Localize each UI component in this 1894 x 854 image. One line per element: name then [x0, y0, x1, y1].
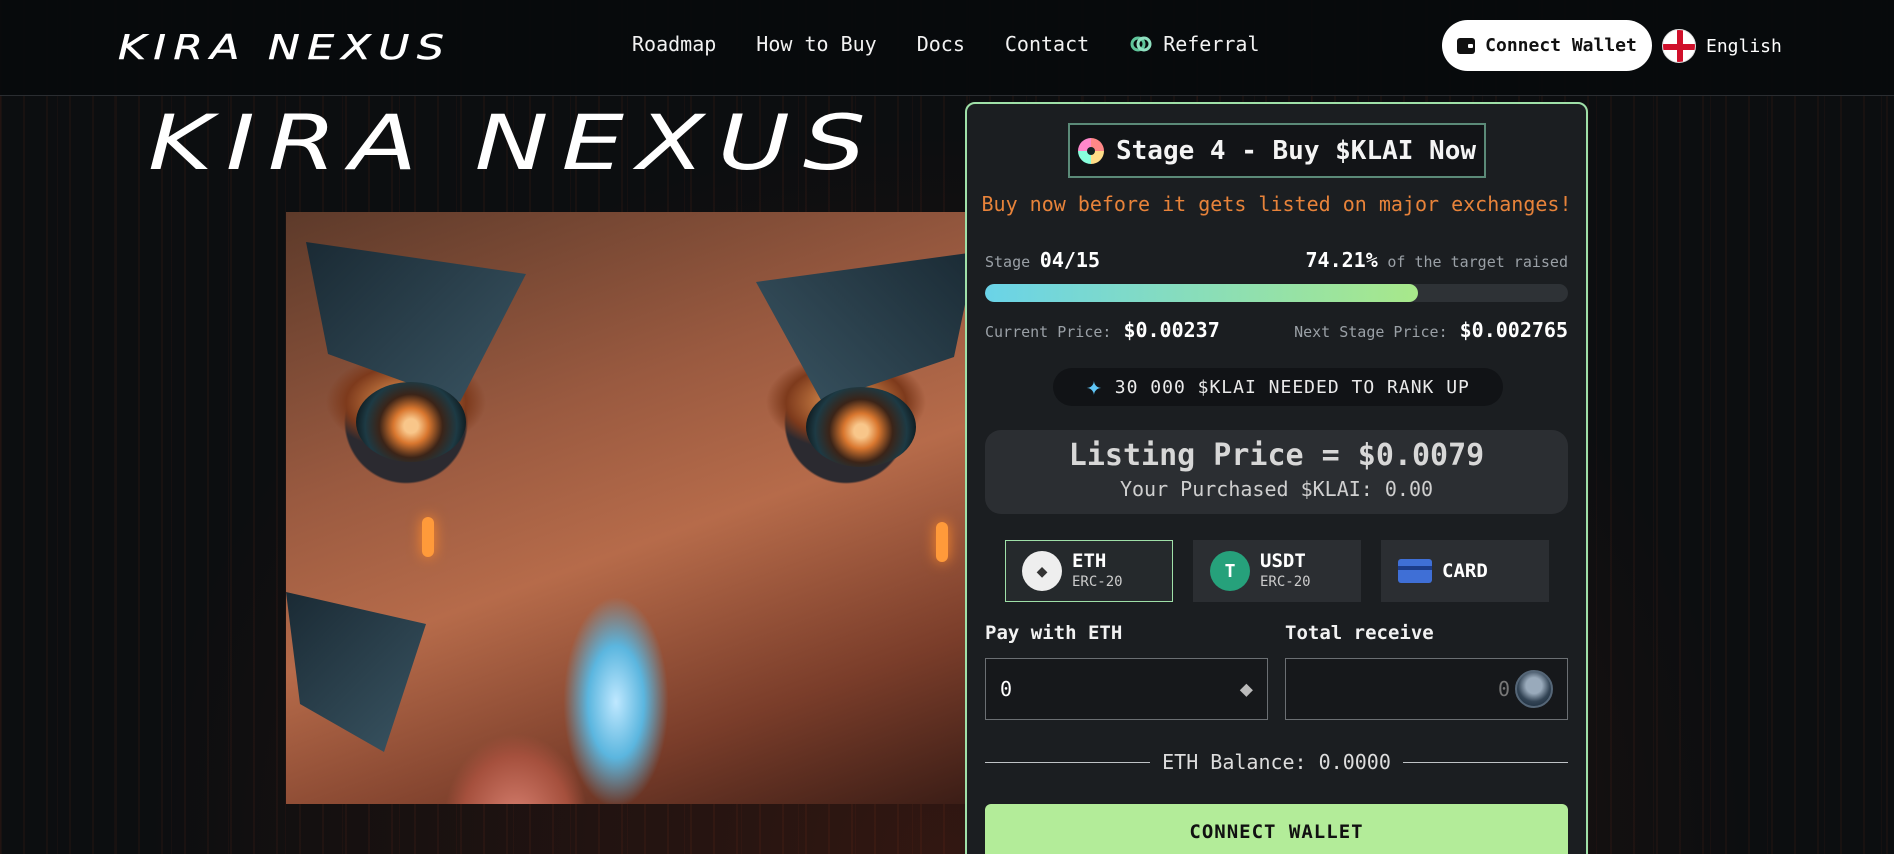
- site-header: KIRA NEXUS Roadmap How to Buy Docs Conta…: [0, 0, 1894, 96]
- armor-shard-right: [756, 252, 966, 402]
- language-label: English: [1706, 35, 1782, 57]
- left-eye: [356, 382, 466, 462]
- usdt-icon: T: [1210, 551, 1250, 591]
- token-network: ERC-20: [1072, 574, 1123, 590]
- pay-amount-input[interactable]: [1000, 677, 1200, 701]
- stage-label: Stage: [985, 253, 1031, 271]
- divider: [1402, 761, 1568, 763]
- stage-title-label: Stage 4 - Buy $KLAI Now: [1115, 135, 1477, 166]
- listing-info-box: Listing Price = $0.0079 Your Purchased $…: [985, 430, 1568, 514]
- token-name: USDT: [1260, 550, 1306, 572]
- nav-referral-label: Referral: [1163, 32, 1260, 56]
- rank-up-badge: ✦ 30 000 $KLAI NEEDED TO RANK UP: [1053, 368, 1503, 406]
- nav-referral[interactable]: Referral: [1129, 32, 1260, 56]
- eth-icon: ◆: [1022, 551, 1062, 591]
- pay-usdt-option[interactable]: T USDT ERC-20: [1193, 540, 1361, 602]
- eth-balance: ETH Balance: 0.0000: [1162, 750, 1391, 774]
- wallet-icon: [1457, 37, 1476, 54]
- connect-wallet-header-button[interactable]: Connect Wallet: [1442, 20, 1652, 71]
- rank-up-text: 30 000 $KLAI NEEDED TO RANK UP: [1114, 376, 1470, 398]
- price-row: Current Price: $0.00237 Next Stage Price…: [985, 318, 1568, 342]
- raise-progress-fill: [985, 284, 1418, 302]
- raise-progress-bar: [985, 284, 1568, 302]
- pay-with-label: Pay with ETH: [985, 622, 1123, 644]
- pay-card-option[interactable]: CARD: [1381, 540, 1549, 602]
- site-logo[interactable]: KIRA NEXUS: [118, 28, 451, 69]
- divider: [985, 761, 1151, 763]
- token-name: CARD: [1442, 559, 1488, 582]
- nav-docs[interactable]: Docs: [917, 32, 965, 56]
- connect-wallet-header-label: Connect Wallet: [1485, 35, 1637, 56]
- stage-info-row: Stage 04/15 74.21% of the target raised: [985, 248, 1568, 272]
- token-network: ERC-20: [1260, 574, 1311, 590]
- listing-price: Listing Price = $0.0079: [1068, 438, 1485, 473]
- raised-label: of the target raised: [1387, 253, 1568, 271]
- main-nav: Roadmap How to Buy Docs Contact Referral: [632, 32, 1260, 56]
- armor-shard-lower-left: [286, 592, 426, 752]
- token-name: ETH: [1072, 550, 1107, 572]
- stage-badge-icon: [1077, 137, 1104, 164]
- nav-roadmap[interactable]: Roadmap: [632, 32, 716, 56]
- total-receive-label: Total receive: [1285, 622, 1434, 644]
- hurry-message: Buy now before it gets listed on major e…: [981, 192, 1572, 216]
- purchased-amount: Your Purchased $KLAI: 0.00: [1119, 477, 1434, 501]
- raised-percent: 74.21%: [1305, 248, 1378, 272]
- pay-amount-field: ◆: [985, 658, 1268, 720]
- payment-method-selector: ◆ ETH ERC-20 T USDT ERC-20 CARD: [1005, 540, 1549, 602]
- left-cheek-light: [422, 517, 434, 557]
- hero-character-image: [286, 212, 966, 804]
- next-price-value: $0.002765: [1459, 318, 1568, 342]
- eth-icon: ◆: [1239, 676, 1253, 702]
- nav-contact[interactable]: Contact: [1005, 32, 1089, 56]
- receive-amount-input[interactable]: [1300, 677, 1510, 701]
- nav-how-to-buy[interactable]: How to Buy: [756, 32, 876, 56]
- balance-row: ETH Balance: 0.0000: [985, 750, 1568, 774]
- england-flag-icon: [1662, 29, 1696, 63]
- right-eye: [806, 387, 916, 467]
- pay-eth-option[interactable]: ◆ ETH ERC-20: [1005, 540, 1173, 602]
- stage-title: Stage 4 - Buy $KLAI Now: [1068, 123, 1486, 178]
- connect-wallet-button[interactable]: CONNECT WALLET: [985, 804, 1568, 854]
- presale-buy-panel: Stage 4 - Buy $KLAI Now Buy now before i…: [965, 102, 1588, 854]
- credit-card-icon: [1398, 559, 1432, 583]
- current-price-value: $0.00237: [1123, 318, 1220, 342]
- link-icon: [1130, 36, 1152, 52]
- language-selector[interactable]: English: [1662, 29, 1782, 63]
- stage-value: 04/15: [1039, 248, 1101, 272]
- current-price-label: Current Price:: [985, 323, 1112, 341]
- right-cheek-light: [936, 522, 948, 562]
- klai-token-icon: [1515, 670, 1553, 708]
- next-price-label: Next Stage Price:: [1294, 323, 1448, 341]
- armor-shard-left: [306, 242, 526, 402]
- receive-amount-field: [1285, 658, 1568, 720]
- hero-title: KIRA NEXUS: [148, 98, 879, 187]
- sparkle-icon: ✦: [1086, 372, 1103, 402]
